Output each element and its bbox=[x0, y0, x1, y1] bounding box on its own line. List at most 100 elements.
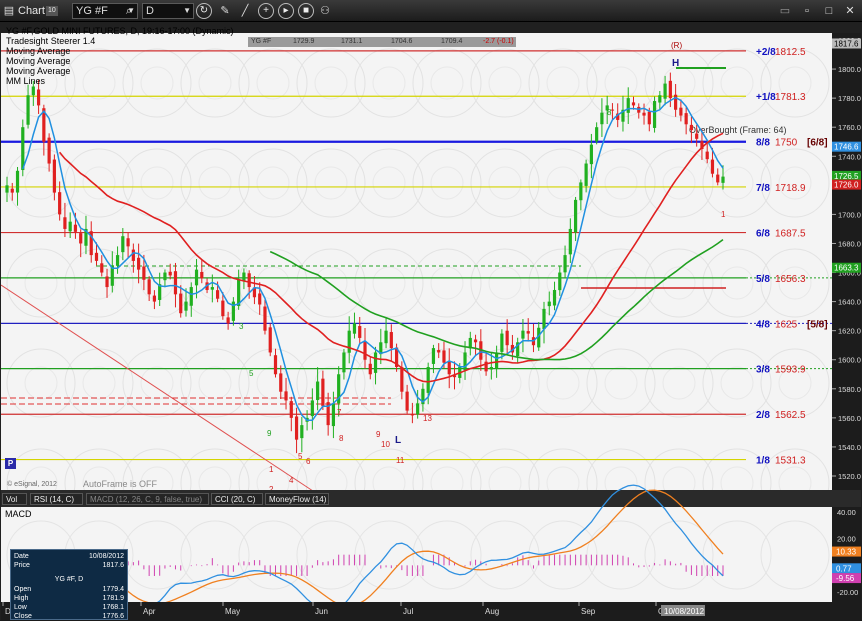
setup-count-5: 5 bbox=[298, 452, 303, 461]
dw-high-label: High bbox=[14, 595, 29, 602]
high-marker: H bbox=[672, 58, 679, 69]
price-tag-blue: 1746.6 bbox=[834, 143, 859, 152]
p-badge[interactable]: P bbox=[5, 458, 16, 469]
candle-down bbox=[437, 350, 441, 353]
chart-area[interactable]: (R)HLOverBought (Frame: 64)© eSignal, 20… bbox=[1, 23, 861, 620]
candle-up bbox=[115, 255, 120, 266]
candle-down bbox=[689, 124, 694, 131]
candle-down bbox=[642, 112, 646, 116]
candle-down bbox=[631, 102, 636, 106]
macd-tag-orange: 10.33 bbox=[836, 548, 857, 557]
mm-label-name: +1/8 bbox=[756, 92, 776, 103]
candle-down bbox=[100, 263, 104, 273]
candle-up bbox=[584, 163, 588, 186]
date-tick-label: Apr bbox=[143, 607, 156, 616]
stop-icon[interactable]: ■ bbox=[298, 3, 314, 19]
candle-up bbox=[579, 182, 583, 201]
candle-up bbox=[600, 112, 604, 125]
link-icon[interactable]: ⚇ bbox=[318, 4, 332, 18]
dw-date-row: Date 10/08/2012 bbox=[14, 552, 126, 561]
candle-down bbox=[200, 271, 204, 279]
date-tick-label: Jul bbox=[403, 607, 413, 616]
candle-up bbox=[552, 289, 557, 306]
zoom-in-icon[interactable]: + bbox=[258, 3, 274, 19]
candle-down bbox=[247, 273, 251, 288]
study-ma-1[interactable]: Moving Average bbox=[6, 46, 234, 56]
date-tick-label: Jun bbox=[315, 607, 328, 616]
study-mm-lines[interactable]: MM Lines bbox=[6, 76, 234, 86]
tab-cci[interactable]: CCI (20, C) bbox=[211, 493, 263, 505]
mm-label-tag: [6/8] bbox=[807, 138, 828, 149]
candle-up bbox=[595, 127, 599, 142]
candle-down bbox=[284, 391, 288, 401]
dw-price-row: Price 1817.6 bbox=[14, 561, 126, 570]
setup-count-13: 13 bbox=[423, 414, 432, 423]
date-tick-label: Sep bbox=[581, 607, 596, 616]
candle-up bbox=[384, 330, 388, 344]
price-tag-green-lower: 1663.3 bbox=[834, 264, 859, 273]
candle-up bbox=[342, 352, 346, 373]
strip-symbol: YG #F bbox=[251, 38, 272, 45]
setup-count-11: 11 bbox=[396, 456, 405, 465]
candle-down bbox=[47, 137, 51, 164]
mm-label-name: 3/8 bbox=[756, 365, 770, 376]
price-tick-label: 1620.00 bbox=[838, 327, 861, 336]
candle-down bbox=[679, 107, 683, 116]
candle-down bbox=[268, 327, 272, 353]
search-icon[interactable]: ⌕ bbox=[122, 4, 136, 18]
mm-label-value: 1812.5 bbox=[775, 47, 806, 58]
maximize-icon[interactable]: □ bbox=[822, 4, 836, 18]
draw-pencil-icon[interactable]: ✎ bbox=[218, 4, 232, 18]
candle-up bbox=[426, 367, 430, 393]
candle-down bbox=[73, 224, 78, 232]
candle-down bbox=[258, 293, 262, 305]
tab-moneyflow[interactable]: MoneyFlow (14) bbox=[265, 493, 329, 505]
candle-down bbox=[215, 290, 220, 299]
interval-input[interactable]: D ▼ bbox=[142, 3, 194, 19]
candle-down bbox=[142, 266, 146, 280]
restore-icon[interactable]: ▭ bbox=[778, 4, 792, 18]
candle-down bbox=[442, 350, 446, 363]
setup-count-6: 6 bbox=[306, 457, 311, 466]
mm-label-name: +2/8 bbox=[756, 47, 776, 58]
play-icon[interactable]: ▸ bbox=[278, 3, 294, 19]
interval-dropdown-icon[interactable]: ▼ bbox=[183, 4, 191, 18]
autoframe-text: AutoFrame is OFF bbox=[83, 479, 158, 489]
macd-tick-label: -20.00 bbox=[837, 588, 858, 597]
refresh-icon[interactable]: ↻ bbox=[196, 3, 212, 19]
dw-open-label: Open bbox=[14, 586, 32, 593]
price-tick-label: 1760.00 bbox=[838, 123, 861, 132]
candle-down bbox=[279, 373, 283, 392]
tab-rsi[interactable]: RSI (14, C) bbox=[30, 493, 83, 505]
candle-down bbox=[368, 363, 372, 375]
candle-up bbox=[68, 221, 72, 232]
dw-date-label: Date bbox=[14, 553, 29, 560]
study-ma-2[interactable]: Moving Average bbox=[6, 56, 234, 66]
tab-macd[interactable]: MACD (12, 26, C, 9, false, true) bbox=[86, 493, 209, 505]
price-tick-label: 1580.00 bbox=[838, 385, 861, 394]
candle-down bbox=[710, 159, 715, 174]
app-icon: ▤ bbox=[3, 5, 15, 17]
mm-label-value: 1718.9 bbox=[775, 183, 806, 194]
study-steerer[interactable]: Tradesight Steerer 1.4 bbox=[6, 36, 234, 46]
strip-low: 1704.6 bbox=[391, 38, 413, 45]
study-ma-3[interactable]: Moving Average bbox=[6, 66, 234, 76]
date-current-label: 10/08/2012 bbox=[664, 607, 705, 616]
data-window[interactable]: Date 10/08/2012 Price 1817.6 YG #F, D Open… bbox=[10, 549, 128, 620]
candle-down bbox=[405, 391, 409, 411]
strip-high: 1731.1 bbox=[341, 38, 363, 45]
window-badge: 10 bbox=[46, 6, 58, 16]
candle-down bbox=[289, 401, 293, 418]
setup-count-7: 7 bbox=[337, 408, 342, 417]
candle-down bbox=[105, 276, 109, 288]
candle-down bbox=[321, 378, 325, 407]
mm-label-value: 1687.5 bbox=[775, 229, 806, 240]
draw-line-icon[interactable]: ╱ bbox=[238, 4, 252, 18]
copyright-text: © eSignal, 2012 bbox=[7, 480, 57, 488]
tab-vol[interactable]: Vol bbox=[2, 493, 27, 505]
close-icon[interactable]: ✕ bbox=[843, 4, 857, 18]
dw-close-label: Close bbox=[14, 613, 32, 620]
candle-up bbox=[658, 95, 662, 103]
price-tick-label: 1520.00 bbox=[838, 472, 861, 481]
minimize-icon[interactable]: ▫ bbox=[800, 4, 814, 18]
